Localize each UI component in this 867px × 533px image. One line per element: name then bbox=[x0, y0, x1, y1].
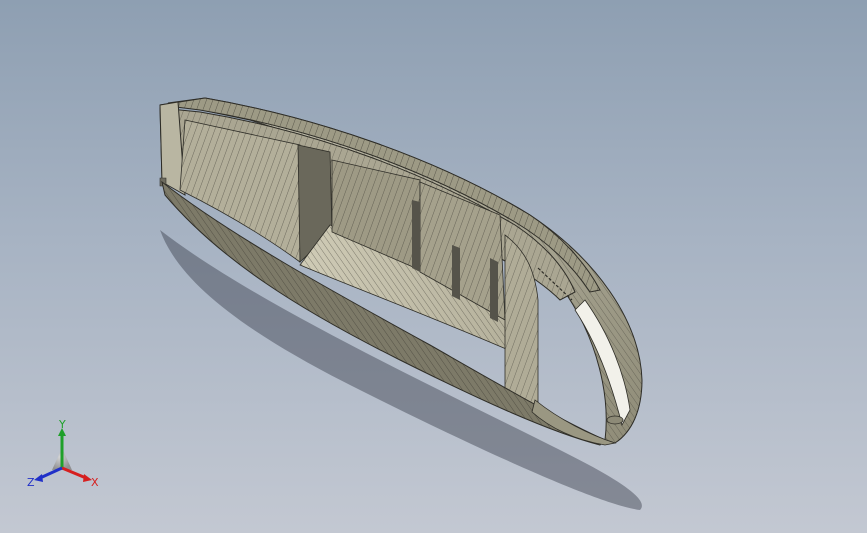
coordinate-triad: Y X Z bbox=[24, 418, 104, 494]
x-axis-label: X bbox=[91, 476, 99, 489]
cad-3d-viewport[interactable]: Y X Z bbox=[0, 0, 867, 533]
boat-hull-model[interactable] bbox=[0, 0, 867, 533]
z-axis-label: Z bbox=[27, 476, 35, 489]
y-axis-label: Y bbox=[58, 418, 66, 431]
triad-icon: Y X Z bbox=[27, 418, 99, 489]
